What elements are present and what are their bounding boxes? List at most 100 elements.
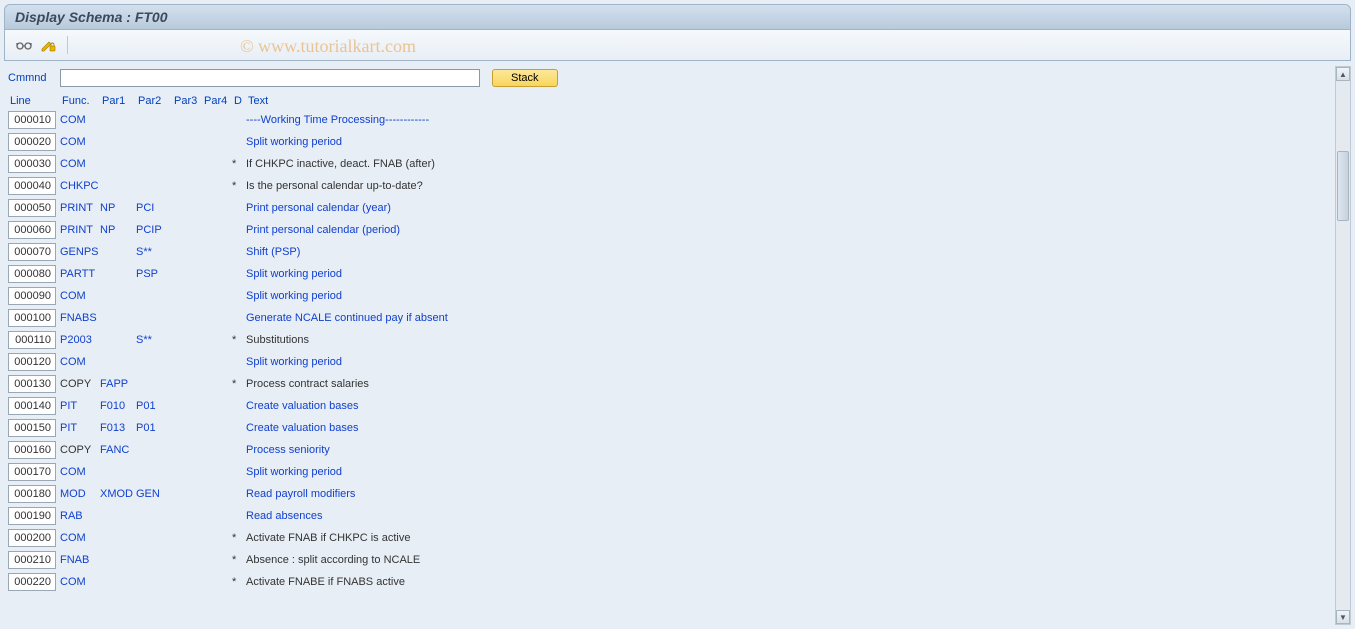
cell-func[interactable]: PIT	[60, 422, 100, 434]
cell-par2[interactable]: P01	[136, 400, 172, 412]
stack-button[interactable]: Stack	[492, 69, 558, 87]
line-number-input[interactable]	[8, 199, 56, 217]
cell-func[interactable]: PIT	[60, 400, 100, 412]
line-number-input[interactable]	[8, 287, 56, 305]
cell-par1[interactable]: FAPP	[100, 378, 136, 390]
cell-par1[interactable]: XMOD	[100, 488, 136, 500]
cell-text[interactable]: Split working period	[246, 466, 1349, 478]
cell-text[interactable]: Print personal calendar (year)	[246, 202, 1349, 214]
cell-par1[interactable]: FANC	[100, 444, 136, 456]
header-line: Line	[8, 95, 62, 107]
cell-par1[interactable]: F010	[100, 400, 136, 412]
cell-par1[interactable]: NP	[100, 224, 136, 236]
header-par4: Par4	[204, 95, 234, 107]
cell-d: *	[232, 334, 246, 346]
line-number-input[interactable]	[8, 155, 56, 173]
content-area: Cmmnd Stack Line Func. Par1 Par2 Par3 Pa…	[8, 69, 1349, 593]
glasses-icon[interactable]	[15, 36, 33, 54]
cell-text[interactable]: Read absences	[246, 510, 1349, 522]
pencil-lock-icon[interactable]	[39, 36, 57, 54]
cell-func[interactable]: COM	[60, 136, 100, 148]
cell-func[interactable]: FNAB	[60, 554, 100, 566]
cell-func[interactable]: GENPS	[60, 246, 100, 258]
cell-par2[interactable]: PSP	[136, 268, 172, 280]
cell-func[interactable]: COM	[60, 158, 100, 170]
line-number-input[interactable]	[8, 507, 56, 525]
line-number-input[interactable]	[8, 133, 56, 151]
line-number-input[interactable]	[8, 485, 56, 503]
cell-func[interactable]: FNABS	[60, 312, 100, 324]
cell-par1[interactable]: F013	[100, 422, 136, 434]
cell-func[interactable]: COM	[60, 466, 100, 478]
table-row: COM Split working period	[8, 351, 1349, 373]
cell-text[interactable]: Create valuation bases	[246, 400, 1349, 412]
cell-text[interactable]: Read payroll modifiers	[246, 488, 1349, 500]
cell-text[interactable]: Split working period	[246, 356, 1349, 368]
line-number-input[interactable]	[8, 111, 56, 129]
scroll-down-icon[interactable]: ▼	[1336, 610, 1350, 624]
line-number-input[interactable]	[8, 221, 56, 239]
cell-text[interactable]: Process seniority	[246, 444, 1349, 456]
cell-text: Activate FNAB if CHKPC is active	[246, 532, 1349, 544]
table-row: P2003 S** *Substitutions	[8, 329, 1349, 351]
cell-par2[interactable]: S**	[136, 246, 172, 258]
cell-par2[interactable]: PCIP	[136, 224, 172, 236]
cell-par2[interactable]: P01	[136, 422, 172, 434]
cell-func[interactable]: COM	[60, 290, 100, 302]
line-number-input[interactable]	[8, 463, 56, 481]
line-number-input[interactable]	[8, 419, 56, 437]
cell-text: Substitutions	[246, 334, 1349, 346]
line-number-input[interactable]	[8, 375, 56, 393]
line-number-input[interactable]	[8, 573, 56, 591]
line-number-input[interactable]	[8, 265, 56, 283]
cell-func[interactable]: COM	[60, 114, 100, 126]
line-number-input[interactable]	[8, 529, 56, 547]
cell-text: Absence : split according to NCALE	[246, 554, 1349, 566]
cell-text[interactable]: Shift (PSP)	[246, 246, 1349, 258]
cell-func: COPY	[60, 444, 100, 456]
header-par1: Par1	[102, 95, 138, 107]
cell-func[interactable]: PRINT	[60, 224, 100, 236]
table-row: COM Split working period	[8, 461, 1349, 483]
cell-text[interactable]: ----Working Time Processing------------	[246, 114, 1349, 126]
cell-par2[interactable]: GEN	[136, 488, 172, 500]
cell-par1[interactable]: NP	[100, 202, 136, 214]
cell-func[interactable]: COM	[60, 356, 100, 368]
cell-d: *	[232, 554, 246, 566]
line-number-input[interactable]	[8, 397, 56, 415]
line-number-input[interactable]	[8, 309, 56, 327]
command-label: Cmmnd	[8, 72, 56, 84]
line-number-input[interactable]	[8, 441, 56, 459]
table-row: MODXMODGEN Read payroll modifiers	[8, 483, 1349, 505]
header-row: Line Func. Par1 Par2 Par3 Par4 D Text	[8, 93, 1349, 109]
vertical-scrollbar[interactable]: ▲ ▼	[1335, 66, 1351, 625]
line-number-input[interactable]	[8, 551, 56, 569]
cell-text[interactable]: Split working period	[246, 136, 1349, 148]
cell-text[interactable]: Split working period	[246, 290, 1349, 302]
header-par3: Par3	[174, 95, 204, 107]
cell-func[interactable]: PRINT	[60, 202, 100, 214]
cell-text[interactable]: Generate NCALE continued pay if absent	[246, 312, 1349, 324]
line-number-input[interactable]	[8, 353, 56, 371]
cell-text[interactable]: Split working period	[246, 268, 1349, 280]
cell-par2[interactable]: S**	[136, 334, 172, 346]
line-number-input[interactable]	[8, 331, 56, 349]
command-input[interactable]	[60, 69, 480, 87]
table-row: PARTT PSP Split working period	[8, 263, 1349, 285]
cell-text[interactable]: Create valuation bases	[246, 422, 1349, 434]
cell-func[interactable]: CHKPC	[60, 180, 100, 192]
cell-func[interactable]: P2003	[60, 334, 100, 346]
cell-func: COPY	[60, 378, 100, 390]
cell-text[interactable]: Print personal calendar (period)	[246, 224, 1349, 236]
header-d: D	[234, 95, 248, 107]
cell-func[interactable]: RAB	[60, 510, 100, 522]
scroll-thumb[interactable]	[1337, 151, 1349, 221]
line-number-input[interactable]	[8, 243, 56, 261]
cell-func[interactable]: COM	[60, 532, 100, 544]
cell-func[interactable]: MOD	[60, 488, 100, 500]
cell-func[interactable]: PARTT	[60, 268, 100, 280]
line-number-input[interactable]	[8, 177, 56, 195]
cell-func[interactable]: COM	[60, 576, 100, 588]
cell-par2[interactable]: PCI	[136, 202, 172, 214]
scroll-up-icon[interactable]: ▲	[1336, 67, 1350, 81]
